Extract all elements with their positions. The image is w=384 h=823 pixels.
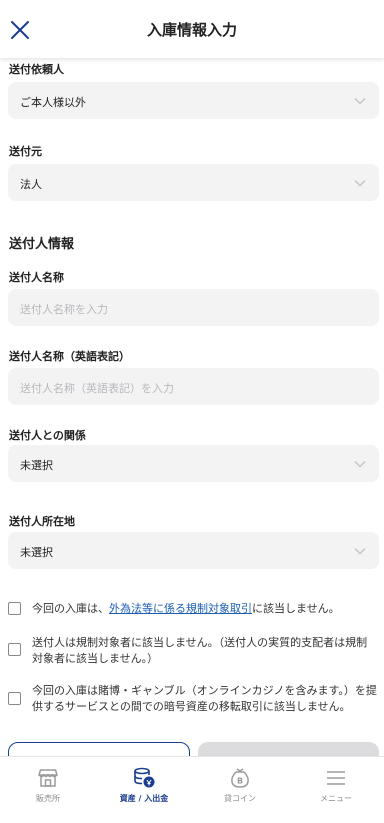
sender-name-en-placeholder: 送付人名称（英語表記）を入力 xyxy=(20,382,174,395)
store-icon xyxy=(38,769,58,787)
check-fx-law-post: に該当しません。 xyxy=(252,602,340,615)
sender-origin-label: 送付元 xyxy=(9,145,42,158)
check-fx-law[interactable] xyxy=(8,602,21,615)
fx-law-link[interactable]: 外為法等に係る規制対象取引 xyxy=(109,602,252,615)
bottom-tab-bar: 販売所 資産 / 入出金 B 貸コイン メニュー xyxy=(0,756,384,823)
relationship-label: 送付人との関係 xyxy=(9,429,86,442)
lend-coin-icon: B xyxy=(231,768,249,788)
svg-text:B: B xyxy=(237,777,243,786)
sender-request-value: ご本人様以外 xyxy=(20,96,86,109)
app-header: 入庫情報入力 xyxy=(0,0,384,58)
check-fx-law-pre: 今回の入庫は、 xyxy=(32,602,109,615)
chevron-down-icon xyxy=(354,548,366,555)
check-no-gambling[interactable] xyxy=(8,692,21,705)
sender-request-select[interactable]: ご本人様以外 xyxy=(8,82,379,119)
menu-icon xyxy=(327,771,345,785)
coins-icon xyxy=(134,767,155,788)
sender-origin-value: 法人 xyxy=(20,178,42,191)
location-select[interactable]: 未選択 xyxy=(8,532,379,569)
sender-name-en-input[interactable]: 送付人名称（英語表記）を入力 xyxy=(8,368,379,405)
sender-name-input[interactable]: 送付人名称を入力 xyxy=(8,289,379,326)
check-fx-law-text: 今回の入庫は、外為法等に係る規制対象取引に該当しません。 xyxy=(32,601,377,617)
tab-menu[interactable]: メニュー xyxy=(288,757,384,823)
relationship-value: 未選択 xyxy=(20,459,53,472)
sender-request-label: 送付依頼人 xyxy=(9,63,64,76)
check-not-regulated[interactable] xyxy=(8,643,21,656)
chevron-down-icon xyxy=(354,180,366,187)
sender-name-placeholder: 送付人名称を入力 xyxy=(20,303,108,316)
sender-name-en-label: 送付人名称（英語表記） xyxy=(9,350,130,363)
tab-menu-label: メニュー xyxy=(320,794,352,803)
tab-lend-coin[interactable]: B 貸コイン xyxy=(192,757,288,823)
check-no-gambling-text: 今回の入庫は賭博・ギャンブル（オンラインカジノを含みます。）を提供するサービスと… xyxy=(32,684,377,713)
chevron-down-icon xyxy=(354,98,366,105)
location-label: 送付人所在地 xyxy=(9,515,75,528)
sender-name-label: 送付人名称 xyxy=(9,271,64,284)
tab-store-label: 販売所 xyxy=(36,794,60,803)
location-value: 未選択 xyxy=(20,546,53,559)
sender-info-heading: 送付人情報 xyxy=(9,237,75,252)
page-title: 入庫情報入力 xyxy=(146,21,237,39)
tab-assets-label: 資産 / 入出金 xyxy=(119,794,169,803)
check-not-regulated-text: 送付人は規制対象者に該当しません。（送付人の実質的支配者は規制対象者に該当しませ… xyxy=(32,636,368,665)
sender-origin-select[interactable]: 法人 xyxy=(8,164,379,201)
tab-lend-coin-label: 貸コイン xyxy=(224,794,256,803)
chevron-down-icon xyxy=(354,461,366,468)
tab-store[interactable]: 販売所 xyxy=(0,757,96,823)
relationship-select[interactable]: 未選択 xyxy=(8,445,379,482)
tab-assets[interactable]: 資産 / 入出金 xyxy=(96,757,192,823)
